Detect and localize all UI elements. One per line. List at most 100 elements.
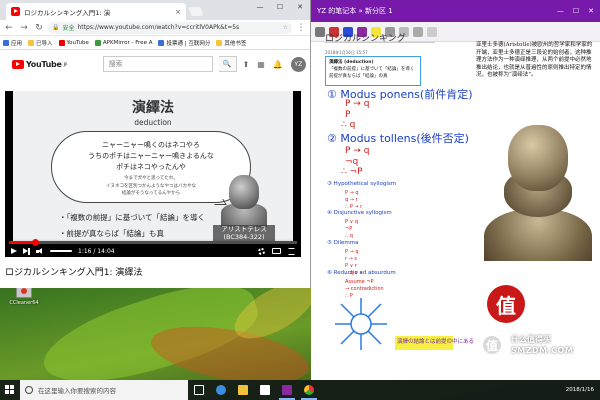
mindmap-sketch <box>335 298 387 350</box>
bookmark-apkmirror[interactable]: APKMirror - Free A <box>94 39 153 46</box>
note-box[interactable]: 演繹法 (deduction) 「複数の前提」に基づいて「結論」を導く 前提が真… <box>325 56 421 86</box>
chrome-window: ロジカルシンキング入門1: 演 × — ☐ ✕ ← → ↻ 🔒 安全 https… <box>0 0 311 288</box>
video-slide: 演繹法 deduction ニャーニャー鳴くのはネコやろ うちのポチはニャーニャ… <box>13 91 293 241</box>
youtube-logo-text: YouTube <box>26 59 62 69</box>
onenote-window: YZ 的笔记本 » 新分区 1 — ☐ ✕ ロジカルシンキング 2018年1月1… <box>311 0 600 380</box>
task-view-icon[interactable] <box>188 380 210 400</box>
fullscreen-icon[interactable] <box>288 247 295 255</box>
chinese-notes-text[interactable]: 亚里士多德(Aristotle)被欧州的哲学家和学家的开端，亚里士多德正是三段论… <box>476 42 596 80</box>
video-player[interactable]: 演繹法 deduction ニャーニャー鳴くのはネコやろ うちのポチはニャーニャ… <box>5 91 301 257</box>
file-explorer-icon[interactable] <box>232 380 254 400</box>
slide-title: 演繹法 <box>132 100 174 116</box>
bookmark-star-icon[interactable]: ☆ <box>283 24 288 31</box>
tab-title: ロジカルシンキング入門1: 演 <box>24 8 111 17</box>
watermark-logo: 值 <box>481 334 503 356</box>
bookmark-label: APKMirror - Free A <box>102 39 153 46</box>
youtube-search-input[interactable]: 搜索 <box>102 56 213 72</box>
reload-icon[interactable]: ↻ <box>33 22 45 34</box>
handwriting-note: 演繹の結論とは前提の中にある <box>397 339 475 345</box>
bookmark-imported[interactable]: 已导入 <box>28 39 53 47</box>
bookmark-apps[interactable]: 应用 <box>3 39 22 47</box>
more-icon[interactable] <box>427 26 437 37</box>
tab-bar: ロジカルシンキング入門1: 演 × — ☐ ✕ <box>0 0 310 20</box>
note-box-line: 演繹法 (deduction) <box>329 60 374 65</box>
windows-start-icon[interactable] <box>0 380 20 400</box>
aristotle-bust-image <box>221 175 267 227</box>
title-underline <box>325 42 435 43</box>
settings-gear-icon[interactable] <box>258 247 265 255</box>
url-text[interactable]: https://www.youtube.com/watch?v=ccritlV0… <box>78 24 280 31</box>
controls-right <box>258 247 295 255</box>
desktop: CCleaner64 ロジカルシンキング入門1: 演 × — ☐ ✕ ← → ↻… <box>0 0 600 400</box>
search-icon[interactable]: 🔍 <box>218 56 237 72</box>
slide-bullet: ・前提が真ならば「結論」も真 <box>59 229 164 238</box>
minimize-button[interactable]: — <box>250 0 270 14</box>
chrome-taskbar-icon[interactable] <box>298 380 320 400</box>
bookmark-label: 已导入 <box>36 40 53 47</box>
handwriting-note: ④ Disjunctive syllogism <box>327 210 392 216</box>
system-tray: 2018/1/16 <box>566 387 600 393</box>
apps-icon <box>3 39 9 46</box>
progress-bar[interactable] <box>9 239 297 246</box>
next-icon[interactable] <box>23 247 30 255</box>
youtube-icon <box>58 39 65 46</box>
bookmark-label: YouTube <box>66 39 89 46</box>
handwriting-note: ⑥ Reductio ad absurdum <box>327 270 396 276</box>
tab-youtube-video[interactable]: ロジカルシンキング入門1: 演 × <box>6 3 186 20</box>
apps-grid-icon[interactable]: ▦ <box>257 60 265 69</box>
new-tab-button[interactable] <box>188 7 204 16</box>
address-bar[interactable]: 🔒 安全 https://www.youtube.com/watch?v=ccr… <box>48 21 292 34</box>
handwriting-note: ∴ q <box>341 120 356 130</box>
slide-subtitle: deduction <box>134 118 172 127</box>
pen-icon[interactable] <box>315 26 325 37</box>
bust-head <box>229 175 259 209</box>
aristotle-statue-image <box>480 113 594 261</box>
close-button[interactable]: ✕ <box>290 0 310 14</box>
bookmark-other[interactable]: 其他书签 <box>216 39 246 47</box>
statue-head <box>508 125 568 191</box>
bubble-line: うちのポチはニャーニャー鳴きよるんな <box>88 152 214 160</box>
handwriting-note: ② Modus tollens(後件否定) <box>327 132 469 145</box>
clock[interactable]: 2018/1/16 <box>566 387 594 393</box>
upload-icon[interactable]: ⬆ <box>243 60 250 69</box>
minimize-button[interactable]: — <box>557 7 564 15</box>
player-controls: 1:16 / 14:04 <box>5 239 301 257</box>
bookmark-toupiaotong[interactable]: 投票通 | 互联网分 <box>158 39 210 47</box>
taskbar-search-input[interactable]: 在这里输入你要搜索的内容 <box>20 380 188 400</box>
handwriting-note: P <box>345 110 351 120</box>
taskbar: 在这里输入你要搜索的内容 2018/1/16 <box>0 380 600 400</box>
maximize-button[interactable]: ☐ <box>573 7 579 15</box>
cortana-icon <box>25 386 33 394</box>
site-icon <box>158 39 165 46</box>
miniplayer-icon[interactable] <box>272 248 281 254</box>
play-icon[interactable] <box>11 248 17 254</box>
notifications-icon[interactable]: 🔔 <box>273 60 283 69</box>
close-button[interactable]: ✕ <box>588 7 594 15</box>
controls-row: 1:16 / 14:04 <box>11 246 295 256</box>
smzdm-watermark: 值 什么值得买 SMZDM.COM <box>481 334 597 370</box>
onenote-titlebar: YZ 的笔记本 » 新分区 1 — ☐ ✕ <box>311 0 600 22</box>
handwriting-note: P → q <box>345 146 370 156</box>
tab-close-icon[interactable]: × <box>175 8 181 16</box>
menu-icon[interactable]: ⋮ <box>295 22 307 34</box>
slide-bullet: ・「複数の前提」に基づいて「結論」を導く <box>59 213 206 222</box>
bookmark-youtube[interactable]: YouTube <box>58 39 89 46</box>
store-icon[interactable] <box>254 380 276 400</box>
youtube-favicon-icon <box>11 7 20 16</box>
undo-icon[interactable] <box>413 26 423 37</box>
volume-icon[interactable] <box>36 247 44 255</box>
note-box-line: 前提が真ならば「結論」の真 <box>329 74 388 79</box>
progress-scrubber[interactable] <box>31 239 39 246</box>
folder-icon <box>216 39 223 46</box>
back-icon[interactable]: ← <box>3 22 15 34</box>
onenote-taskbar-icon[interactable] <box>276 380 298 400</box>
edge-icon[interactable] <box>210 380 232 400</box>
youtube-logo[interactable]: YouTube JP <box>12 59 67 69</box>
maximize-button[interactable]: ☐ <box>270 0 290 14</box>
youtube-header: YouTube JP 搜索 🔍 ⬆ ▦ 🔔 YZ <box>0 50 310 78</box>
watermark-cn: 什么值得买 <box>511 335 551 344</box>
forward-icon[interactable]: → <box>18 22 30 34</box>
volume-slider[interactable] <box>50 250 72 252</box>
handwriting-note: ∴ ¬P <box>341 167 363 177</box>
avatar[interactable]: YZ <box>290 56 306 72</box>
